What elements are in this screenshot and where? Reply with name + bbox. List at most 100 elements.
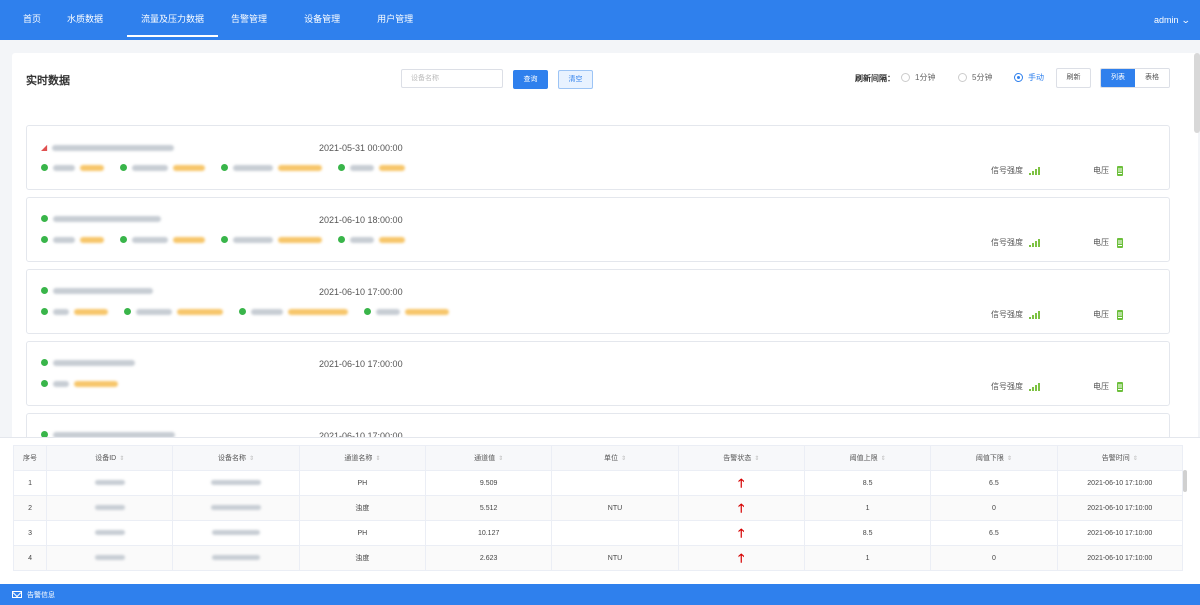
refresh-button[interactable]: 刷新 [1056, 68, 1091, 88]
redacted-text [53, 359, 135, 366]
sort-icon[interactable]: ⇕ [621, 456, 626, 462]
status-dot-icon [41, 308, 48, 315]
nav-item-home[interactable]: 首页 [10, 0, 54, 40]
column-header-channel-name[interactable]: 通道名称 ⇕ [298, 445, 427, 471]
sort-icon[interactable]: ⇕ [119, 456, 124, 462]
redacted-text [132, 164, 168, 171]
radio-icon [958, 73, 967, 82]
redacted-text [53, 287, 153, 294]
sort-icon[interactable]: ⇕ [498, 456, 503, 462]
device-card[interactable]: 2021-06-10 17:00:00 信号强度 电压 [26, 341, 1170, 406]
status-dot-icon [221, 164, 228, 171]
nav-item-flow-pressure[interactable]: 流量及压力数据 [127, 0, 219, 40]
column-header-upper-threshold[interactable]: 阈值上限 ⇕ [803, 445, 932, 471]
device-card[interactable]: 2021-06-10 18:00:00 信号强度 电压 [26, 197, 1170, 262]
refresh-option-5min[interactable]: 5分钟 [958, 72, 992, 83]
sort-icon[interactable]: ⇕ [881, 456, 886, 462]
cell-lower-threshold: 6.5 [930, 520, 1058, 546]
column-header-unit[interactable]: 单位 ⇕ [551, 445, 679, 471]
alarm-up-arrow-icon: 🡑 [738, 500, 745, 515]
status-dot-icon [41, 287, 48, 294]
status-dot-icon [364, 308, 371, 315]
redacted-value [278, 164, 322, 171]
nav-item-water-quality[interactable]: 水质数据 [54, 0, 116, 40]
cell-channel-name: 浊度 [298, 495, 427, 521]
sort-icon[interactable]: ⇕ [1007, 456, 1012, 462]
sort-icon[interactable]: ⇕ [754, 456, 759, 462]
cell-upper-threshold: 1 [803, 545, 932, 571]
sort-icon[interactable]: ⇕ [375, 456, 380, 462]
redacted-text [233, 236, 273, 243]
list-view-button[interactable]: 列表 [1101, 69, 1135, 87]
table-view-button[interactable]: 表格 [1135, 69, 1169, 87]
nav-item-user-management[interactable]: 用户管理 [364, 0, 426, 40]
clear-button[interactable]: 清空 [558, 70, 593, 89]
signal-label: 信号强度 [991, 382, 1023, 391]
column-header-lower-threshold[interactable]: 阈值下限 ⇕ [930, 445, 1058, 471]
column-header-device-id[interactable]: 设备ID ⇕ [46, 445, 174, 471]
cell-device-id [46, 495, 174, 521]
cell-lower-threshold: 6.5 [930, 470, 1058, 496]
header-label: 设备名称 [218, 455, 247, 462]
cell-channel-value: 2.623 [425, 545, 553, 571]
redacted-value [288, 308, 348, 315]
redacted-text [53, 236, 75, 243]
table-row[interactable]: 4 浊度 2.623 NTU 🡑 1 0 2021-06-10 17:10:00 [12, 545, 1184, 571]
status-dot-icon [338, 236, 345, 243]
redacted-value [379, 236, 405, 243]
status-dot-icon [239, 308, 246, 315]
column-header-alarm-status[interactable]: 告警状态 ⇕ [677, 445, 805, 471]
redacted-text [233, 164, 273, 171]
redacted-text [136, 308, 172, 315]
refresh-option-1min[interactable]: 1分钟 [901, 72, 935, 83]
username: admin [1153, 15, 1179, 25]
column-header-channel-value[interactable]: 通道值 ⇕ [425, 445, 553, 471]
device-card[interactable]: ◢ 2021-05-31 00:00:00 信号强度 电压 [26, 125, 1170, 190]
query-button[interactable]: 查询 [513, 70, 548, 89]
nav-item-alarm-management[interactable]: 告警管理 [218, 0, 280, 40]
warning-icon: ◢ [41, 143, 48, 152]
redacted-text [211, 504, 262, 510]
metric-row [41, 380, 118, 387]
voltage-label: 电压 [1093, 166, 1109, 175]
refresh-option-manual[interactable]: 手动 [1014, 72, 1044, 83]
status-dot-icon [41, 236, 48, 243]
signal-bars-icon [1029, 382, 1040, 391]
alarm-info-footer[interactable]: 告警信息 [0, 584, 1200, 605]
device-card[interactable]: 2021-06-10 17:00:00 信号强度 电压 [26, 269, 1170, 334]
device-name [41, 215, 161, 222]
column-header-alarm-time[interactable]: 告警时间 ⇕ [1056, 445, 1184, 471]
table-row[interactable]: 1 PH 9.509 🡑 8.5 6.5 2021-06-10 17:10:00 [12, 470, 1184, 496]
signal-strength: 信号强度 [991, 165, 1040, 176]
user-menu[interactable]: admin ⌄ [1153, 0, 1191, 40]
redacted-text [376, 308, 400, 315]
battery-icon [1117, 165, 1123, 176]
redacted-text [350, 164, 374, 171]
signal-label: 信号强度 [991, 238, 1023, 247]
metric-row [41, 308, 449, 315]
cell-channel-value: 10.127 [425, 520, 553, 546]
status-dot-icon [338, 164, 345, 171]
redacted-text [53, 215, 161, 222]
table-scrollbar[interactable] [1183, 470, 1187, 492]
realtime-data-panel: 实时数据 查询 清空 刷新间隔： 1分钟 5分钟 手动 刷新 列表 表格 ◢ 2… [12, 53, 1198, 453]
mail-icon [12, 591, 22, 598]
redacted-value [74, 308, 108, 315]
view-toggle: 列表 表格 [1100, 68, 1170, 88]
cell-lower-threshold: 0 [930, 495, 1058, 521]
table-header-row: 序号 设备ID ⇕ 设备名称 ⇕ 通道名称 ⇕ 通道值 ⇕ 单位 ⇕ 告警状态 ⇕ 阈值上限… [12, 445, 1184, 471]
device-name-search-input[interactable] [401, 69, 503, 88]
nav-item-device-management[interactable]: 设备管理 [291, 0, 353, 40]
redacted-text [251, 308, 283, 315]
redacted-value [80, 164, 104, 171]
table-row[interactable]: 2 浊度 5.512 NTU 🡑 1 0 2021-06-10 17:10:00 [12, 495, 1184, 521]
cell-device-name [172, 470, 300, 496]
page-title: 实时数据 [26, 75, 70, 87]
sort-icon[interactable]: ⇕ [1133, 456, 1138, 462]
header-label: 告警状态 [723, 455, 752, 462]
column-header-device-name[interactable]: 设备名称 ⇕ [172, 445, 300, 471]
page-scrollbar[interactable] [1194, 53, 1200, 133]
metric-row [41, 164, 405, 171]
sort-icon[interactable]: ⇕ [249, 456, 254, 462]
table-row[interactable]: 3 PH 10.127 🡑 8.5 6.5 2021-06-10 17:10:0… [12, 520, 1184, 546]
